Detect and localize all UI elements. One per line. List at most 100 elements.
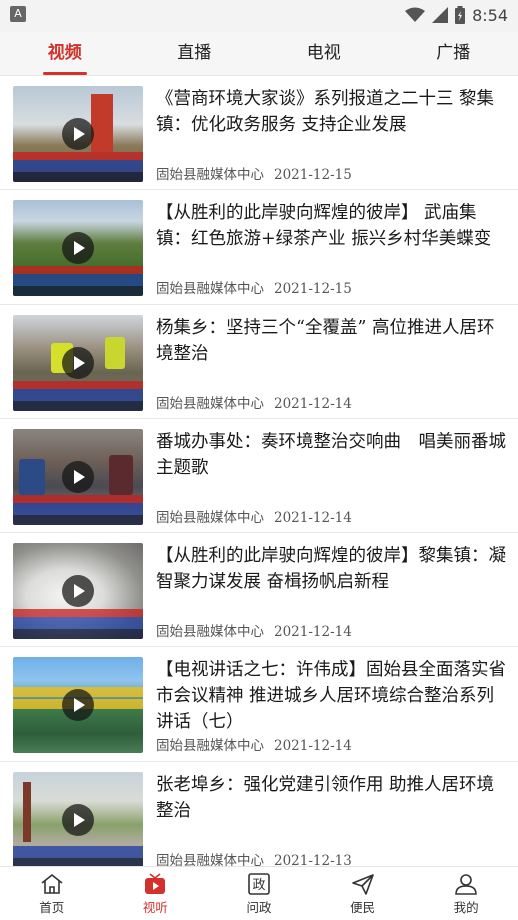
news-source: 固始县融媒体中心 (156, 509, 264, 526)
play-icon[interactable] (62, 689, 94, 722)
news-title[interactable]: 【从胜利的此岸驶向辉煌的彼岸】黎集镇：凝智聚力谋发展 奋楫扬帆启新程 (156, 543, 508, 595)
worker-vest (105, 336, 125, 369)
status-bar: A 8:54 (0, 0, 518, 32)
news-date: 2021-12-14 (274, 624, 352, 641)
video-caption-strip (13, 502, 143, 515)
nav-politics[interactable]: 政 问政 (207, 867, 311, 920)
news-meta: 固始县融媒体中心 2021-12-14 (156, 734, 352, 754)
nav-label: 便民 (350, 900, 376, 915)
news-title[interactable]: 《营商环境大家谈》系列报道之二十三 黎集镇：优化政务服务 支持企业发展 (156, 86, 508, 138)
battery-icon (455, 6, 466, 24)
tab-label: 广播 (436, 43, 471, 63)
active-tab-indicator (42, 72, 87, 75)
person-figure (109, 454, 133, 495)
nav-home[interactable]: 首页 (0, 867, 104, 920)
nav-convenience[interactable]: 便民 (311, 867, 415, 920)
news-meta: 固始县融媒体中心 2021-12-14 (156, 392, 352, 412)
news-date: 2021-12-15 (274, 167, 352, 183)
tab-label: 直播 (177, 43, 212, 63)
play-icon[interactable] (62, 346, 94, 379)
news-meta: 固始县融媒体中心 2021-12-15 (156, 163, 352, 183)
video-caption-strip (13, 617, 143, 630)
news-title[interactable]: 张老埠乡：强化党建引领作用 助推人居环境整治 (156, 772, 508, 824)
video-thumbnail[interactable] (13, 771, 143, 866)
politics-icon: 政 (248, 873, 270, 895)
video-caption-strip (13, 514, 143, 525)
video-caption-strip (13, 152, 143, 160)
video-caption-strip (13, 400, 143, 411)
news-source: 固始县融媒体中心 (156, 852, 264, 866)
nav-profile[interactable]: 我的 (414, 867, 518, 920)
bottom-navigation: 首页 视听 政 问政 便民 我的 (0, 866, 518, 920)
news-title[interactable]: 番城办事处：奏环境整治交响曲 唱美丽番城主题歌 (156, 429, 508, 481)
news-meta: 固始县融媒体中心 2021-12-13 (156, 849, 352, 866)
home-icon (41, 873, 63, 894)
pole (23, 781, 31, 842)
tab-label: 视频 (47, 43, 82, 63)
news-meta: 固始县融媒体中心 2021-12-15 (156, 277, 352, 297)
video-news-list[interactable]: 《营商环境大家谈》系列报道之二十三 黎集镇：优化政务服务 支持企业发展 固始县融… (0, 76, 518, 866)
news-date: 2021-12-14 (274, 738, 352, 755)
video-thumbnail[interactable] (13, 428, 143, 525)
video-caption-strip (13, 172, 143, 182)
tab-tv[interactable]: 电视 (259, 32, 389, 75)
play-icon[interactable] (62, 803, 94, 836)
news-date: 2021-12-14 (274, 509, 352, 526)
list-item[interactable]: 张老埠乡：强化党建引领作用 助推人居环境整治 固始县融媒体中心 2021-12-1… (0, 762, 518, 866)
news-source: 固始县融媒体中心 (156, 738, 264, 755)
category-tabs: 视频 直播 电视 广播 (0, 32, 518, 76)
nav-label: 问政 (246, 900, 272, 915)
nav-label: 首页 (39, 900, 65, 915)
play-icon[interactable] (62, 575, 94, 608)
list-item[interactable]: 【从胜利的此岸驶向辉煌的彼岸】 武庙集镇：红色旅游+绿茶产业 振兴乡村华美蝶变 … (0, 190, 518, 305)
news-date: 2021-12-15 (274, 281, 352, 298)
list-item[interactable]: 《营商环境大家谈》系列报道之二十三 黎集镇：优化政务服务 支持企业发展 固始县融… (0, 76, 518, 191)
signal-icon (432, 7, 449, 23)
wifi-icon (405, 7, 426, 22)
app-notification-icon: A (10, 6, 26, 22)
play-icon[interactable] (62, 460, 94, 493)
tab-live[interactable]: 直播 (130, 32, 260, 75)
nav-audiovisual[interactable]: 视听 (104, 867, 208, 920)
news-meta: 固始县融媒体中心 2021-12-14 (156, 620, 352, 640)
news-date: 2021-12-14 (274, 395, 352, 412)
video-caption-strip (13, 160, 143, 172)
nav-label: 我的 (453, 900, 479, 915)
news-source: 固始县融媒体中心 (156, 624, 264, 641)
video-thumbnail[interactable] (13, 86, 143, 182)
user-icon (455, 874, 477, 895)
play-icon[interactable] (62, 232, 94, 265)
news-source: 固始县融媒体中心 (156, 167, 264, 183)
video-caption-strip (13, 629, 143, 640)
video-thumbnail[interactable] (13, 657, 143, 754)
person-figure (19, 458, 45, 495)
play-icon[interactable] (62, 118, 94, 150)
svg-text:政: 政 (252, 878, 265, 893)
list-item[interactable]: 杨集乡：坚持三个“全覆盖” 高位推进人居环境整治 固始县融媒体中心 2021-12… (0, 305, 518, 419)
tab-video[interactable]: 视频 (0, 32, 130, 75)
video-thumbnail[interactable] (13, 314, 143, 411)
video-thumbnail[interactable] (13, 200, 143, 297)
news-title[interactable]: 杨集乡：坚持三个“全覆盖” 高位推进人居环境整治 (156, 315, 508, 367)
clock: 8:54 (472, 5, 508, 25)
nav-label: 视听 (142, 900, 168, 915)
video-caption-strip (13, 845, 143, 858)
list-item[interactable]: 【电视讲话之七：许伟成】固始县全面落实省市会议精神 推进城乡人居环境综合整治系列… (0, 647, 518, 762)
list-item[interactable]: 【从胜利的此岸驶向辉煌的彼岸】黎集镇：凝智聚力谋发展 奋楫扬帆启新程 固始县融媒… (0, 533, 518, 648)
tab-radio[interactable]: 广播 (389, 32, 518, 75)
news-title[interactable]: 【从胜利的此岸驶向辉煌的彼岸】 武庙集镇：红色旅游+绿茶产业 振兴乡村华美蝶变 (156, 200, 508, 252)
video-caption-strip (13, 266, 143, 275)
video-icon (145, 873, 166, 894)
video-caption-strip (13, 274, 143, 287)
news-source: 固始县融媒体中心 (156, 281, 264, 298)
video-caption-strip (13, 388, 143, 401)
news-source: 固始县融媒体中心 (156, 395, 264, 412)
list-item[interactable]: 番城办事处：奏环境整治交响曲 唱美丽番城主题歌 固始县融媒体中心 2021-12-… (0, 419, 518, 534)
news-title[interactable]: 【电视讲话之七：许伟成】固始县全面落实省市会议精神 推进城乡人居环境综合整治系列… (156, 657, 508, 735)
video-caption-strip (13, 380, 143, 389)
video-caption-strip (13, 609, 143, 618)
roadside-billboard (91, 94, 113, 152)
news-meta: 固始县融媒体中心 2021-12-14 (156, 506, 352, 526)
video-thumbnail[interactable] (13, 543, 143, 640)
send-icon (351, 874, 374, 895)
